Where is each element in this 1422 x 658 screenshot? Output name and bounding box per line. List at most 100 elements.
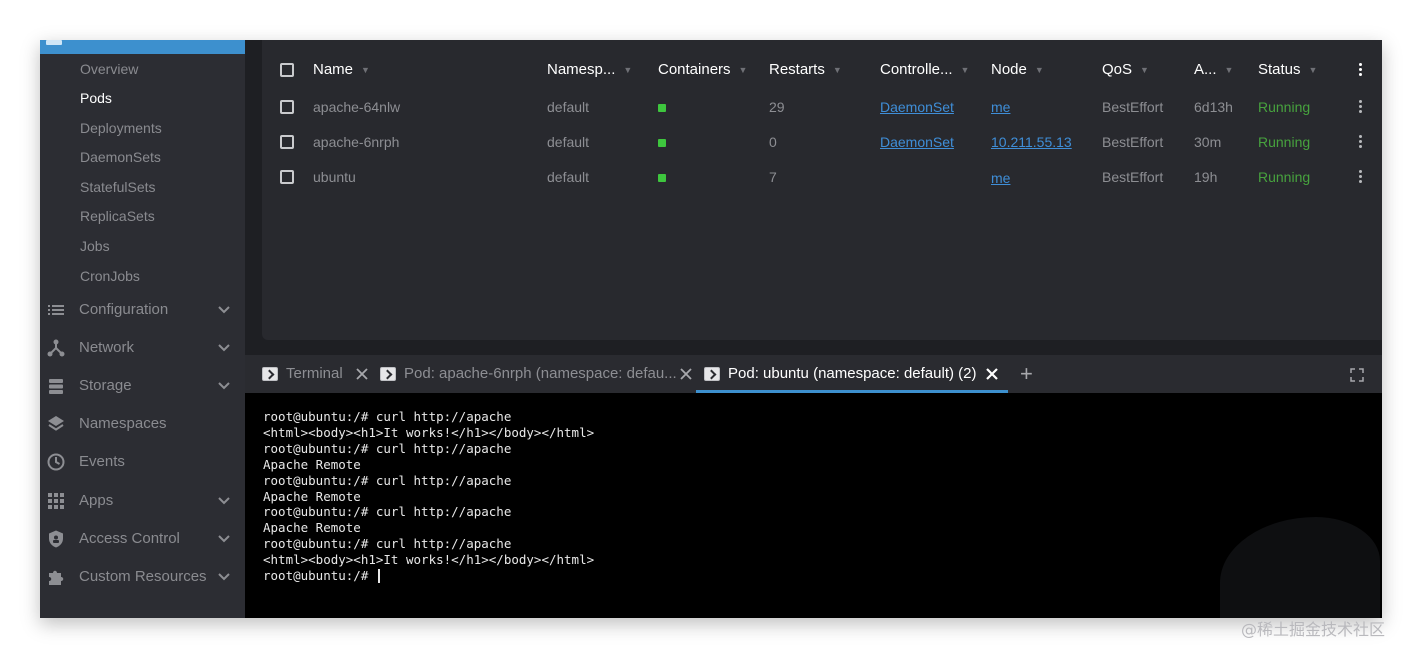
watermark: @稀土掘金技术社区 — [1241, 620, 1386, 639]
tab-label: Pod: apache-6nrph (namespace: defau... — [404, 365, 677, 382]
list-icon — [48, 305, 64, 315]
node-link[interactable]: me — [991, 97, 1010, 117]
sort-icon: ▼ — [1034, 65, 1044, 76]
pod-namespace: default — [547, 134, 590, 150]
sidebar-item-label: Network — [79, 339, 135, 356]
terminal-line: Apache Remote — [263, 488, 361, 504]
sidebar-item-network[interactable]: Network — [40, 334, 245, 362]
terminal-prompt-line: root@ubuntu:/# — [263, 568, 594, 584]
pod-name[interactable]: apache-64nlw — [313, 97, 400, 117]
header-label: A... — [1194, 61, 1217, 78]
column-header-qos[interactable]: QoS ▼ — [1102, 60, 1149, 80]
grid-icon — [48, 493, 64, 509]
pod-age: 19h — [1194, 169, 1218, 185]
column-header-status[interactable]: Status ▼ — [1258, 60, 1317, 80]
terminal-line: root@ubuntu:/# curl http://apache — [263, 409, 512, 424]
fullscreen-icon[interactable] — [1350, 368, 1364, 382]
terminal-line: <html><body><h1>It works!</h1></body></h… — [263, 552, 595, 568]
node-link[interactable]: me — [991, 168, 1010, 188]
sidebar-item-overview[interactable]: Overview — [80, 59, 138, 79]
row-menu-icon[interactable] — [1359, 169, 1363, 185]
sidebar-item-label: Access Control — [79, 530, 180, 547]
sidebar-item-storage[interactable]: Storage — [40, 372, 245, 400]
node-link[interactable]: 10.211.55.13 — [991, 132, 1072, 152]
chevron-down-icon[interactable] — [216, 568, 232, 584]
sort-icon: ▼ — [361, 65, 370, 76]
sidebar-item-statefulsets[interactable]: StatefulSets — [80, 177, 156, 197]
sidebar-item-label: Storage — [79, 377, 132, 394]
column-header-containers[interactable]: Containers ▼ — [658, 60, 747, 80]
puzzle-icon — [49, 570, 64, 585]
header-label: Containers — [658, 61, 731, 78]
clock-icon — [47, 453, 65, 471]
sort-icon: ▼ — [1140, 65, 1149, 76]
sidebar-item-custom-resources[interactable]: Custom Resources — [40, 563, 245, 591]
row-checkbox[interactable] — [280, 135, 294, 149]
close-icon[interactable] — [984, 366, 1000, 382]
sidebar-item-namespaces[interactable]: Namespaces — [40, 410, 245, 438]
chevron-down-icon[interactable] — [216, 301, 232, 317]
layers-icon — [48, 416, 64, 431]
column-header-age[interactable]: A... ▼ — [1194, 60, 1233, 80]
dock-tab-bar: Terminal Pod: apache-6nrph (namespace: d… — [245, 355, 1382, 393]
row-menu-icon[interactable] — [1359, 134, 1363, 150]
status-badge: Running — [1258, 169, 1311, 185]
chevron-down-icon[interactable] — [216, 377, 232, 393]
sidebar-item-pods[interactable]: Pods — [80, 88, 112, 108]
status-badge: Running — [1258, 134, 1311, 150]
sidebar-item-daemonsets[interactable]: DaemonSets — [80, 147, 161, 167]
row-checkbox[interactable] — [280, 170, 294, 184]
sidebar-item-replicasets[interactable]: ReplicaSets — [80, 206, 155, 226]
sidebar-item-label: Apps — [79, 492, 114, 509]
pod-name[interactable]: apache-6nrph — [313, 132, 399, 152]
column-header-namespace[interactable]: Namesp... ▼ — [547, 60, 632, 80]
column-header-restarts[interactable]: Restarts ▼ — [769, 60, 842, 80]
chevron-down-icon[interactable] — [216, 339, 232, 355]
header-label: Controlle... — [880, 61, 953, 78]
chevron-down-icon[interactable] — [216, 530, 232, 546]
sidebar-item-workloads[interactable] — [40, 40, 245, 54]
close-icon[interactable] — [678, 366, 694, 382]
sidebar-item-deployments[interactable]: Deployments — [80, 118, 162, 138]
network-icon — [47, 339, 65, 357]
pod-qos: BestEffort — [1102, 169, 1164, 185]
select-all-checkbox[interactable] — [280, 63, 294, 77]
close-icon[interactable] — [354, 366, 370, 382]
columns-menu-icon[interactable] — [1359, 62, 1363, 78]
terminal-line: root@ubuntu:/# curl http://apache — [263, 504, 512, 520]
header-label: Name — [313, 61, 354, 78]
controlled-by-link[interactable]: DaemonSet — [880, 97, 954, 117]
sidebar-item-apps[interactable]: Apps — [40, 487, 245, 515]
terminal-line: root@ubuntu:/# curl http://apache — [263, 536, 512, 552]
pod-qos: BestEffort — [1102, 134, 1164, 150]
pod-namespace: default — [547, 169, 590, 185]
pod-age: 6d13h — [1194, 99, 1233, 115]
pod-name[interactable]: ubuntu — [313, 167, 356, 187]
row-checkbox[interactable] — [280, 100, 294, 114]
column-header-node[interactable]: Node ▼ — [991, 60, 1044, 80]
controlled-by-link[interactable]: DaemonSet — [880, 132, 954, 152]
sidebar-item-cronjobs[interactable]: CronJobs — [80, 266, 140, 286]
terminal-line: Apache Remote — [263, 456, 361, 472]
tab-pod-apache-6nrph[interactable]: Pod: apache-6nrph (namespace: defau... — [378, 355, 696, 393]
row-menu-icon[interactable] — [1359, 99, 1363, 115]
tab-pod-ubuntu[interactable]: Pod: ubuntu (namespace: default) (2) — [696, 355, 1008, 393]
add-tab-button[interactable]: + — [1020, 362, 1033, 386]
terminal-icon — [380, 367, 396, 381]
tab-terminal[interactable]: Terminal — [257, 355, 377, 393]
lens-window: Overview Pods Deployments DaemonSets Sta… — [40, 40, 1382, 618]
sidebar-item-access-control[interactable]: Access Control — [40, 525, 245, 553]
container-status-icon — [658, 139, 666, 147]
chevron-down-icon[interactable] — [216, 492, 232, 508]
terminal-output[interactable]: root@ubuntu:/# curl http://apache <html>… — [245, 393, 1382, 618]
sidebar-item-label: Namespaces — [79, 415, 167, 432]
pod-restarts: 29 — [769, 99, 785, 115]
column-header-controlled-by[interactable]: Controlle... ▼ — [880, 60, 969, 80]
column-header-name[interactable]: Name ▼ — [313, 60, 370, 80]
header-label: Node — [991, 61, 1027, 78]
sidebar-item-jobs[interactable]: Jobs — [80, 236, 110, 256]
sidebar-item-configuration[interactable]: Configuration — [40, 296, 245, 324]
sort-icon: ▼ — [1308, 65, 1318, 76]
header-label: QoS — [1102, 61, 1133, 78]
sidebar-item-events[interactable]: Events — [40, 448, 245, 476]
